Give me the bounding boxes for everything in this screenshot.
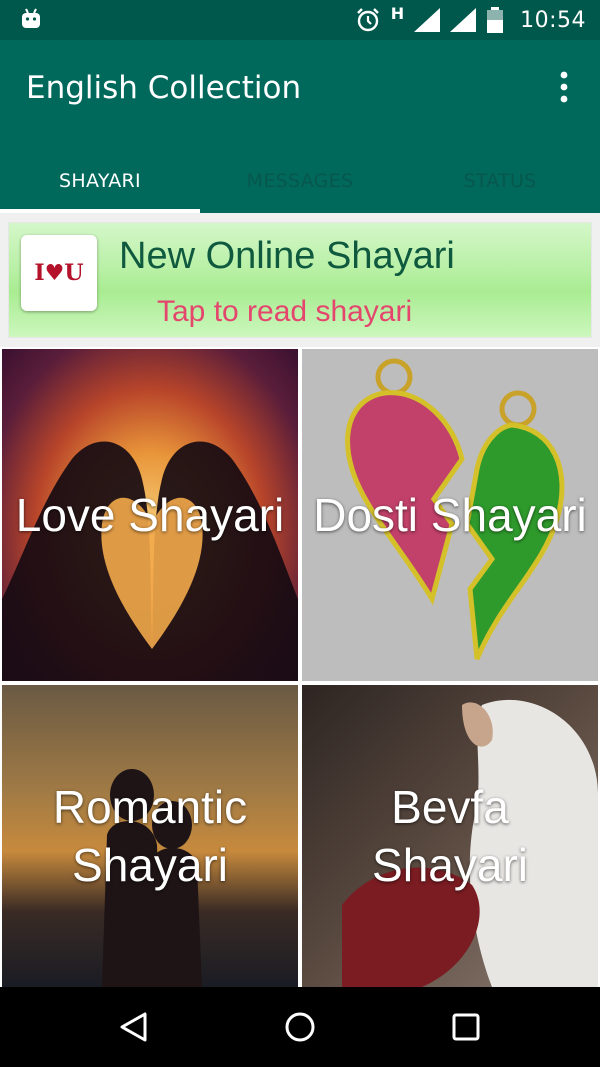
tab-messages[interactable]: MESSAGES: [200, 148, 400, 213]
tab-label: SHAYARI: [59, 169, 141, 192]
tab-label: MESSAGES: [246, 169, 354, 192]
tab-bar: SHAYARI MESSAGES STATUS: [0, 148, 600, 213]
banner-subtitle: Tap to read shayari: [157, 295, 413, 328]
recents-icon[interactable]: [452, 1013, 480, 1041]
signal-icon: [450, 8, 477, 32]
category-tile-dosti[interactable]: Dosti Shayari: [302, 349, 598, 681]
banner-headline: New Online Shayari: [119, 235, 455, 277]
tab-shayari[interactable]: SHAYARI: [0, 148, 200, 213]
category-tile-bevfa[interactable]: Bevfa Shayari: [302, 685, 598, 987]
system-nav-bar: [0, 987, 600, 1067]
category-label: Bevfa Shayari: [372, 781, 528, 891]
app-bar: English Collection SHAYARI MESSAGES STAT…: [0, 40, 600, 213]
alarm-icon: [356, 8, 379, 32]
status-bar: H 10:54: [0, 0, 600, 40]
home-icon[interactable]: [284, 1011, 316, 1043]
banner-container: I♥U New Online Shayari Tap to read shaya…: [0, 213, 600, 347]
category-tile-love[interactable]: Love Shayari: [2, 349, 298, 681]
tab-label: STATUS: [463, 169, 537, 192]
category-tile-romantic[interactable]: Romantic Shayari: [2, 685, 298, 987]
category-label: Romantic Shayari: [52, 781, 248, 891]
logo-text: I♥U: [34, 260, 84, 286]
clock-time: 10:54: [520, 7, 586, 33]
battery-icon: [487, 7, 504, 33]
android-icon: [22, 8, 40, 28]
more-vert-icon[interactable]: [552, 70, 576, 104]
category-grid: Love Shayari Dosti Shayari Romantic Shay…: [0, 347, 600, 987]
app-title: English Collection: [26, 70, 302, 106]
tab-status[interactable]: STATUS: [400, 148, 600, 213]
i-love-u-logo: I♥U: [21, 235, 97, 311]
back-icon[interactable]: [118, 1011, 150, 1043]
category-label: Dosti Shayari: [313, 489, 587, 541]
online-shayari-banner[interactable]: I♥U New Online Shayari Tap to read shaya…: [8, 222, 592, 338]
signal-icon: [414, 8, 441, 32]
category-label: Love Shayari: [15, 489, 285, 541]
network-type-indicator: H: [390, 3, 405, 23]
